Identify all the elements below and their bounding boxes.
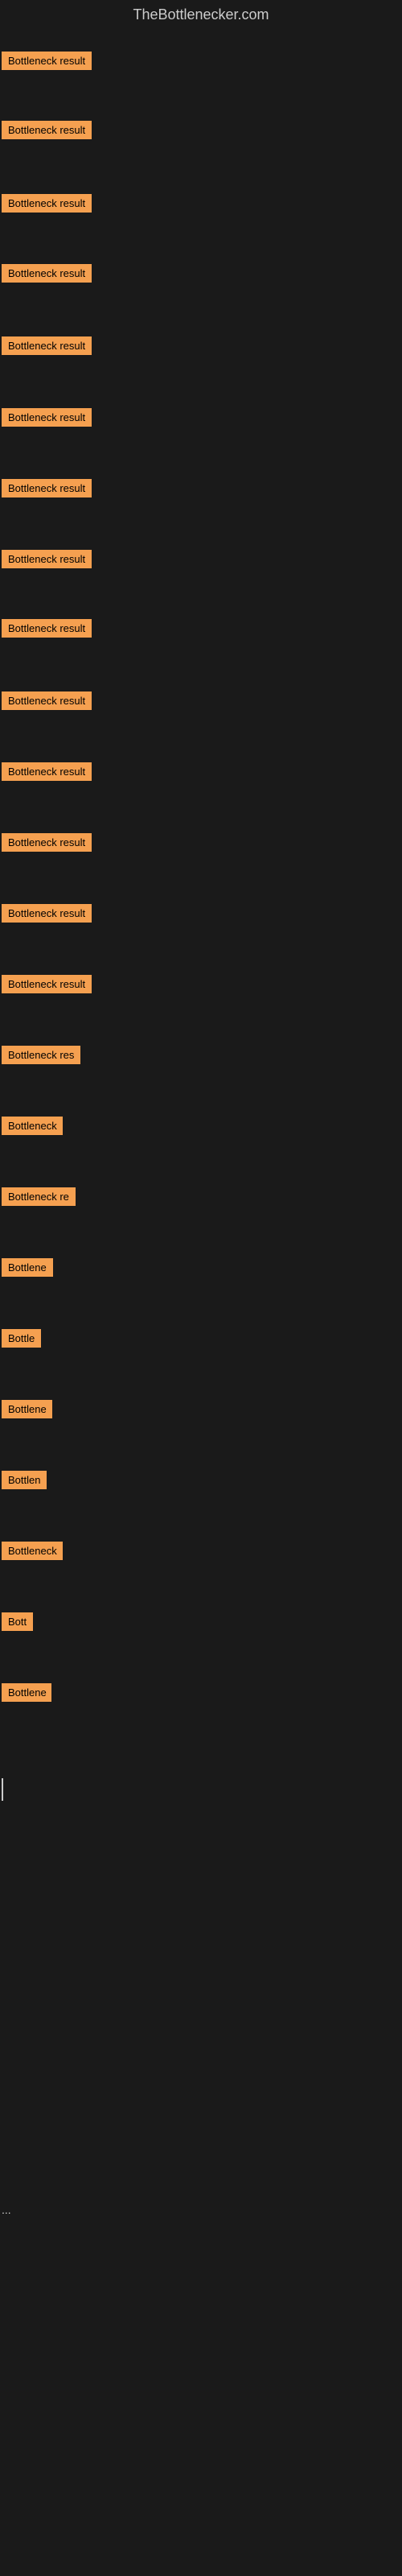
bottleneck-result-item[interactable]: Bottleneck result <box>2 408 92 427</box>
bottleneck-result-item[interactable]: Bottlen <box>2 1471 47 1489</box>
bottleneck-result-item[interactable]: Bottleneck result <box>2 762 92 781</box>
bottleneck-result-item[interactable]: Bottleneck <box>2 1117 63 1135</box>
bottleneck-result-item[interactable]: Bottleneck result <box>2 833 92 852</box>
bottleneck-result-item[interactable]: Bottlene <box>2 1683 51 1702</box>
bottleneck-result-item[interactable]: Bottleneck res <box>2 1046 80 1064</box>
text-cursor <box>2 1778 3 1801</box>
bottleneck-result-item[interactable]: Bottleneck result <box>2 336 92 355</box>
bottleneck-result-item[interactable]: Bottleneck result <box>2 691 92 710</box>
bottleneck-result-item[interactable]: Bottle <box>2 1329 41 1348</box>
bottleneck-result-item[interactable]: Bottleneck result <box>2 52 92 70</box>
ellipsis-indicator: ... <box>2 2203 11 2216</box>
bottleneck-result-item[interactable]: Bottleneck result <box>2 264 92 283</box>
bottleneck-result-item[interactable]: Bottlene <box>2 1258 53 1277</box>
bottleneck-result-item[interactable]: Bottleneck result <box>2 479 92 497</box>
bottleneck-result-item[interactable]: Bottleneck result <box>2 975 92 993</box>
bottleneck-result-item[interactable]: Bottleneck re <box>2 1187 76 1206</box>
bottleneck-result-item[interactable]: Bottleneck <box>2 1542 63 1560</box>
bottleneck-result-item[interactable]: Bott <box>2 1612 33 1631</box>
bottleneck-result-item[interactable]: Bottleneck result <box>2 550 92 568</box>
bottleneck-result-item[interactable]: Bottlene <box>2 1400 52 1418</box>
bottleneck-result-item[interactable]: Bottleneck result <box>2 619 92 638</box>
bottleneck-result-item[interactable]: Bottleneck result <box>2 121 92 139</box>
bottleneck-result-item[interactable]: Bottleneck result <box>2 904 92 923</box>
bottleneck-result-item[interactable]: Bottleneck result <box>2 194 92 213</box>
site-title: TheBottlenecker.com <box>0 0 402 30</box>
